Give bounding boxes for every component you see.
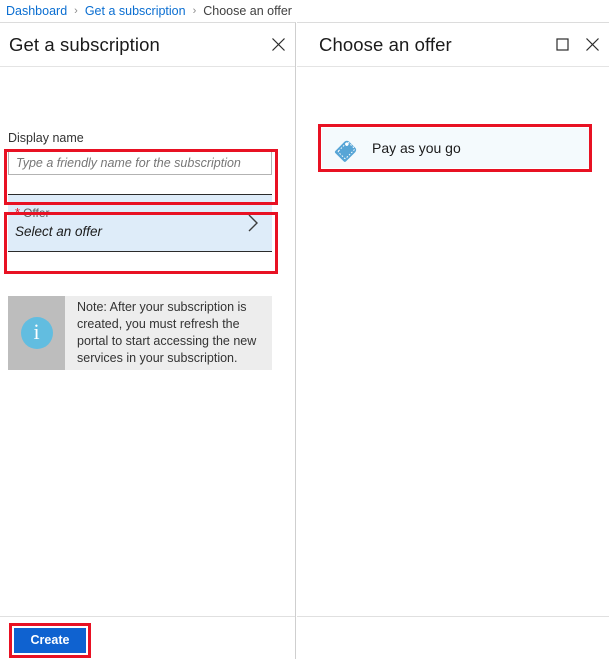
note-text-column: Note: After your subscription is created… <box>65 296 272 370</box>
right-panel-header: Choose an offer <box>297 23 609 67</box>
offer-text-wrap: * Offer Select an offer <box>8 205 247 241</box>
right-panel-footer <box>297 616 609 660</box>
left-panel-footer: Create <box>0 616 295 660</box>
price-tag-icon <box>331 133 361 163</box>
breadcrumb-item-choose-an-offer: Choose an offer <box>203 4 292 18</box>
offer-list-item-label: Pay as you go <box>372 140 461 156</box>
required-asterisk: * <box>15 205 21 220</box>
display-name-label: Display name <box>8 131 84 145</box>
breadcrumb-separator-icon: › <box>192 5 197 17</box>
choose-an-offer-blade: Choose an offer Pay as you go <box>297 22 609 659</box>
offer-selector[interactable]: * Offer Select an offer <box>8 194 272 252</box>
offer-label-row: * Offer <box>15 205 247 221</box>
left-panel-header: Get a subscription <box>0 23 295 67</box>
close-icon[interactable] <box>270 37 286 53</box>
breadcrumb: Dashboard › Get a subscription › Choose … <box>0 0 609 22</box>
offer-label: Offer <box>23 206 50 220</box>
info-icon: i <box>20 317 53 349</box>
note-text: Note: After your subscription is created… <box>77 300 257 365</box>
close-icon[interactable] <box>584 37 600 53</box>
display-name-input[interactable] <box>8 150 272 175</box>
note-info-box: i Note: After your subscription is creat… <box>8 296 272 370</box>
breadcrumb-separator-icon: › <box>74 5 78 17</box>
display-name-field-group: Display name <box>8 131 272 175</box>
right-panel-title: Choose an offer <box>319 33 452 55</box>
right-panel-header-actions <box>554 23 600 66</box>
breadcrumb-item-get-a-subscription[interactable]: Get a subscription <box>85 4 186 18</box>
chevron-right-icon <box>247 213 272 233</box>
note-icon-column: i <box>8 296 65 370</box>
maximize-icon[interactable] <box>554 37 570 53</box>
page-title: Get a subscription <box>9 33 160 55</box>
offer-list-item-pay-as-you-go[interactable]: Pay as you go <box>322 128 589 168</box>
breadcrumb-item-dashboard[interactable]: Dashboard <box>6 4 67 18</box>
create-button[interactable]: Create <box>14 628 86 653</box>
left-panel-header-actions <box>270 23 286 66</box>
get-a-subscription-blade: Get a subscription Display name *Offer <box>0 22 296 659</box>
offer-value: Select an offer <box>15 224 103 239</box>
